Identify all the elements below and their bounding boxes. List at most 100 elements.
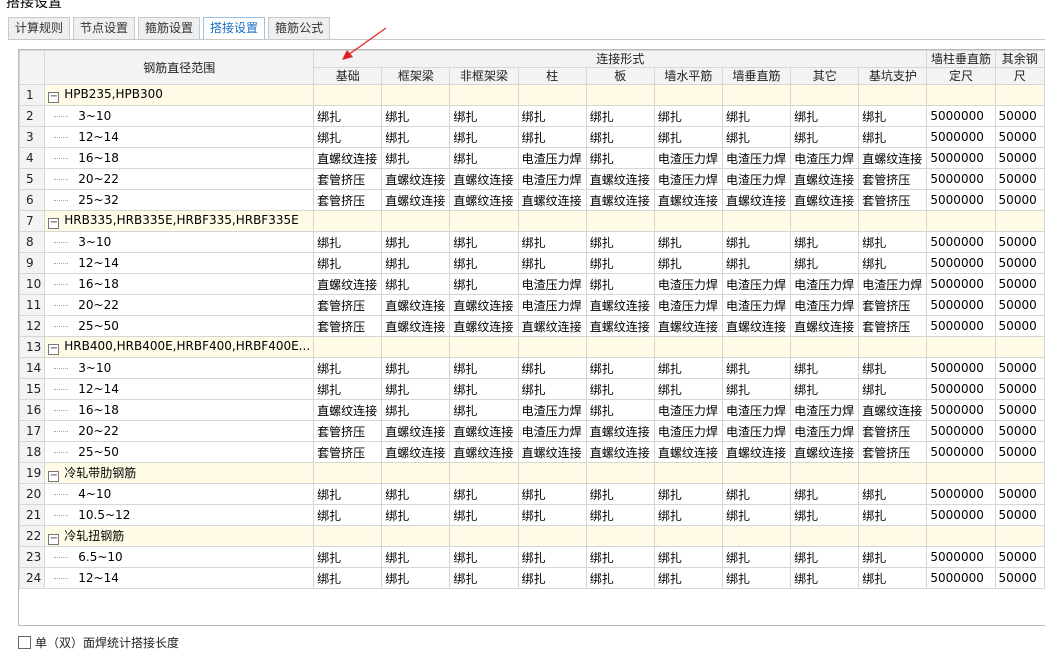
diameter-cell[interactable]: 25~32	[44, 189, 315, 211]
connection-cell[interactable]: 绑扎	[721, 567, 792, 589]
connection-cell[interactable]: 绑扎	[381, 273, 451, 295]
connection-cell[interactable]	[449, 336, 519, 358]
connection-cell[interactable]	[585, 462, 655, 484]
connection-cell[interactable]: 绑扎	[790, 126, 860, 148]
connection-cell[interactable]: 电渣压力焊	[790, 273, 860, 295]
other-length-cell[interactable]: 50000	[994, 105, 1045, 127]
connection-cell[interactable]	[381, 210, 451, 232]
diameter-cell[interactable]: 16~18	[44, 273, 315, 295]
other-length-cell[interactable]: 50000	[994, 378, 1045, 400]
group-row[interactable]: 19− 冷轧带肋钢筋	[19, 462, 1045, 484]
connection-cell[interactable]: 绑扎	[721, 378, 792, 400]
connection-cell[interactable]: 电渣压力焊	[517, 420, 587, 442]
connection-cell[interactable]: 绑扎	[313, 546, 383, 568]
table-row[interactable]: 21 10.5~12 绑扎 绑扎 绑扎 绑扎 绑扎 绑扎 绑扎 绑扎 绑扎 5000000 50000	[19, 504, 1045, 526]
diameter-cell[interactable]: 20~22	[44, 294, 315, 316]
connection-cell[interactable]: 直螺纹连接	[858, 147, 928, 169]
connection-cell[interactable]: 直螺纹连接	[858, 399, 928, 421]
table-row[interactable]: 14 3~10 绑扎 绑扎 绑扎 绑扎 绑扎 绑扎 绑扎 绑扎 绑扎 5000000 50000	[19, 357, 1045, 379]
connection-cell[interactable]: 绑扎	[585, 546, 655, 568]
connection-cell[interactable]: 直螺纹连接	[653, 315, 723, 337]
connection-cell[interactable]: 直螺纹连接	[517, 441, 587, 463]
diameter-cell[interactable]: 20~22	[44, 420, 315, 442]
connection-cell[interactable]: 直螺纹连接	[585, 315, 655, 337]
other-length-cell[interactable]	[994, 210, 1045, 232]
connection-cell[interactable]: 绑扎	[790, 231, 860, 253]
fixed-length-cell[interactable]: 5000000	[926, 504, 996, 526]
other-length-cell[interactable]: 50000	[994, 189, 1045, 211]
other-length-cell[interactable]: 50000	[994, 168, 1045, 190]
tab-stirrup-formula[interactable]: 箍筋公式	[268, 17, 331, 39]
connection-cell[interactable]	[721, 462, 792, 484]
connection-cell[interactable]: 直螺纹连接	[585, 189, 655, 211]
table-row[interactable]: 18 25~50 套管挤压 直螺纹连接 直螺纹连接 直螺纹连接 直螺纹连接 直螺纹连接 直螺纹连…	[19, 441, 1045, 463]
connection-cell[interactable]: 直螺纹连接	[721, 315, 792, 337]
connection-cell[interactable]: 绑扎	[585, 567, 655, 589]
connection-cell[interactable]	[381, 525, 451, 547]
tab-calc-rules[interactable]: 计算规则	[8, 17, 71, 39]
fixed-length-cell[interactable]: 5000000	[926, 399, 996, 421]
connection-cell[interactable]: 电渣压力焊	[653, 147, 723, 169]
fixed-length-cell[interactable]: 5000000	[926, 567, 996, 589]
connection-cell[interactable]: 直螺纹连接	[653, 441, 723, 463]
fixed-length-cell[interactable]: 5000000	[926, 105, 996, 127]
connection-cell[interactable]: 绑扎	[790, 567, 860, 589]
connection-cell[interactable]: 电渣压力焊	[790, 147, 860, 169]
connection-cell[interactable]	[449, 525, 519, 547]
connection-cell[interactable]	[858, 84, 928, 106]
connection-cell[interactable]: 绑扎	[381, 504, 451, 526]
connection-cell[interactable]: 套管挤压	[858, 315, 928, 337]
diameter-cell[interactable]: 12~14	[44, 378, 315, 400]
connection-cell[interactable]: 绑扎	[381, 399, 451, 421]
connection-cell[interactable]: 绑扎	[517, 357, 587, 379]
connection-cell[interactable]: 绑扎	[858, 231, 928, 253]
connection-cell[interactable]	[313, 462, 383, 484]
connection-cell[interactable]: 绑扎	[517, 546, 587, 568]
other-length-cell[interactable]: 50000	[994, 357, 1045, 379]
connection-cell[interactable]: 电渣压力焊	[517, 399, 587, 421]
connection-cell[interactable]: 套管挤压	[858, 168, 928, 190]
connection-cell[interactable]	[381, 336, 451, 358]
connection-cell[interactable]: 电渣压力焊	[653, 294, 723, 316]
connection-cell[interactable]: 套管挤压	[858, 441, 928, 463]
connection-cell[interactable]: 绑扎	[381, 147, 451, 169]
collapse-minus-icon[interactable]: −	[48, 92, 60, 103]
connection-cell[interactable]: 绑扎	[790, 483, 860, 505]
connection-cell[interactable]: 绑扎	[653, 252, 723, 274]
other-length-cell[interactable]: 50000	[994, 273, 1045, 295]
connection-cell[interactable]: 套管挤压	[313, 168, 383, 190]
connection-cell[interactable]: 绑扎	[449, 378, 519, 400]
connection-cell[interactable]: 绑扎	[585, 105, 655, 127]
fixed-length-cell[interactable]: 5000000	[926, 315, 996, 337]
connection-cell[interactable]: 电渣压力焊	[721, 420, 792, 442]
connection-cell[interactable]: 直螺纹连接	[381, 294, 451, 316]
connection-cell[interactable]: 绑扎	[585, 483, 655, 505]
connection-cell[interactable]: 绑扎	[449, 252, 519, 274]
connection-cell[interactable]: 绑扎	[721, 231, 792, 253]
connection-cell[interactable]: 绑扎	[313, 231, 383, 253]
connection-cell[interactable]: 绑扎	[313, 357, 383, 379]
connection-cell[interactable]: 直螺纹连接	[449, 168, 519, 190]
table-row[interactable]: 15 12~14 绑扎 绑扎 绑扎 绑扎 绑扎 绑扎 绑扎 绑扎 绑扎 5000000 50000	[19, 378, 1045, 400]
connection-cell[interactable]: 绑扎	[653, 483, 723, 505]
fixed-length-cell[interactable]: 5000000	[926, 126, 996, 148]
fixed-length-cell[interactable]: 5000000	[926, 546, 996, 568]
fixed-length-cell[interactable]: 5000000	[926, 483, 996, 505]
connection-cell[interactable]: 直螺纹连接	[313, 399, 383, 421]
connection-cell[interactable]	[313, 210, 383, 232]
connection-cell[interactable]: 电渣压力焊	[790, 399, 860, 421]
connection-cell[interactable]	[585, 210, 655, 232]
table-row[interactable]: 6 25~32 套管挤压 直螺纹连接 直螺纹连接 直螺纹连接 直螺纹连接 直螺纹连接 直螺纹连接…	[19, 189, 1045, 211]
table-row[interactable]: 5 20~22 套管挤压 直螺纹连接 直螺纹连接 电渣压力焊 直螺纹连接 电渣压力焊 电渣压力焊…	[19, 168, 1045, 190]
diameter-cell[interactable]: 3~10	[44, 105, 315, 127]
connection-cell[interactable]	[790, 462, 860, 484]
connection-cell[interactable]	[313, 336, 383, 358]
connection-cell[interactable]: 直螺纹连接	[721, 189, 792, 211]
table-row[interactable]: 17 20~22 套管挤压 直螺纹连接 直螺纹连接 电渣压力焊 直螺纹连接 电渣压力焊 电渣压力…	[19, 420, 1045, 442]
table-row[interactable]: 3 12~14 绑扎 绑扎 绑扎 绑扎 绑扎 绑扎 绑扎 绑扎 绑扎 5000000 50000	[19, 126, 1045, 148]
connection-cell[interactable]	[653, 210, 723, 232]
other-length-cell[interactable]	[994, 525, 1045, 547]
connection-cell[interactable]: 套管挤压	[313, 189, 383, 211]
connection-cell[interactable]	[517, 525, 587, 547]
connection-cell[interactable]	[381, 84, 451, 106]
